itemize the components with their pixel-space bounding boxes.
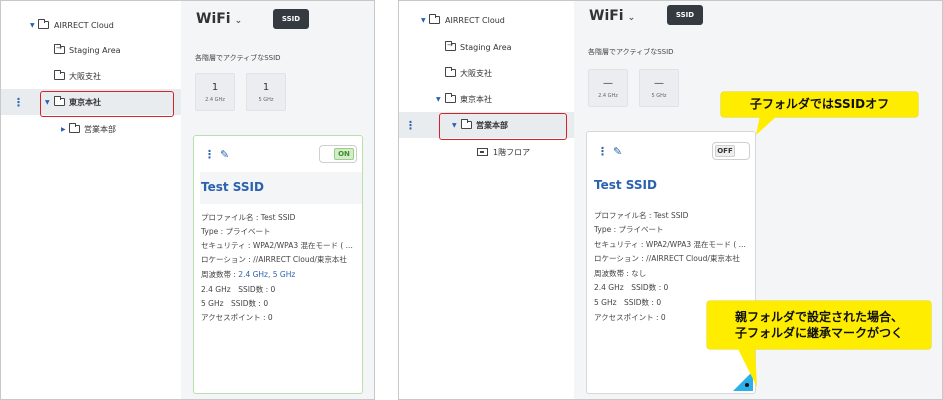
folder-icon <box>445 93 456 103</box>
right-screenshot-panel: ▼ AIRRECT Cloud Staging Area 大阪支社 ▼ 東京本社… <box>398 0 943 400</box>
freq-band: 2.4 GHz <box>598 93 618 99</box>
card-profile: プロファイル名 : Test SSID <box>594 211 689 220</box>
kebab-menu-icon[interactable]: ⋮ <box>597 145 608 158</box>
card-type: Type : プライベート <box>201 227 271 236</box>
wifi-dropdown[interactable]: WiFi ⌄ <box>196 11 242 27</box>
kebab-menu-icon[interactable]: ⋮ <box>204 148 215 161</box>
device-icon <box>477 148 488 156</box>
selection-highlight-box <box>439 113 567 140</box>
card-ssid5: 5 GHz SSID数 : 0 <box>201 299 269 308</box>
active-ssid-label: 各階層でアクティブなSSID <box>588 48 674 56</box>
freq-count: 1 <box>211 82 219 93</box>
card-profile: プロファイル名 : Test SSID <box>201 213 296 222</box>
card-freq: 周波数帯 : 2.4 GHz, 5 GHz <box>201 269 295 280</box>
card-type: Type : プライベート <box>594 225 664 234</box>
location-tree: ▼ AIRRECT Cloud Staging Area 大阪支社 ⋮ ▼ 東京… <box>1 1 181 399</box>
pencil-icon[interactable]: ✎ <box>220 148 229 161</box>
toggle-state: OFF <box>715 145 735 157</box>
tree-item-tokyo[interactable]: ▼ 東京本社 <box>399 86 574 112</box>
ssid-card[interactable]: ⋮ ✎ ON Test SSID プロファイル名 : Test SSID Typ… <box>193 135 363 394</box>
caret-down-icon[interactable]: ▼ <box>421 17 426 24</box>
tree-item-sales[interactable]: ▶ 営業本部 <box>1 116 181 142</box>
freq-count: — <box>603 78 613 89</box>
folder-icon <box>38 19 49 29</box>
freq-count: — <box>654 78 664 89</box>
ssid-toggle[interactable]: ON <box>319 145 357 163</box>
callout-inherit-line2: 子フォルダに継承マークがつく <box>734 326 903 340</box>
card-ssid24: 2.4 GHz SSID数 : 0 <box>201 285 276 294</box>
freq-box-5ghz: — 5 GHz <box>639 69 679 107</box>
kebab-menu-icon[interactable]: ⋮ <box>405 120 416 131</box>
card-freq: 周波数帯 : なし <box>594 269 647 278</box>
freq-band: 5 GHz <box>258 97 274 103</box>
ssid-toggle[interactable]: OFF <box>712 142 750 160</box>
card-title[interactable]: Test SSID <box>201 180 264 194</box>
left-screenshot-panel: ▼ AIRRECT Cloud Staging Area 大阪支社 ⋮ ▼ 東京… <box>0 0 375 400</box>
tree-item-label: Staging Area <box>69 45 121 55</box>
chevron-down-icon: ⌄ <box>234 16 243 26</box>
freq-box-24ghz: — 2.4 GHz <box>588 69 628 107</box>
tree-item-staging[interactable]: Staging Area <box>399 34 574 60</box>
tree-item-label: 営業本部 <box>84 124 116 134</box>
tree-item-root[interactable]: ▼ AIRRECT Cloud <box>1 12 181 38</box>
callout-tail-bottom <box>737 347 757 387</box>
freq-band: 2.4 GHz <box>205 97 225 103</box>
card-freq-prefix: 周波数帯 : <box>201 270 239 279</box>
caret-right-icon[interactable]: ▶ <box>61 126 66 133</box>
tree-item-staging[interactable]: Staging Area <box>1 37 181 63</box>
card-security: セキュリティ : WPA2/WPA3 混在モード ( ... <box>201 241 353 250</box>
tree-item-label: Staging Area <box>460 42 512 52</box>
tree-item-floor[interactable]: 1階フロア <box>399 139 574 165</box>
callout-inherit-mark: 親フォルダで設定された場合、 子フォルダに継承マークがつく <box>707 301 931 349</box>
folder-icon <box>445 67 456 77</box>
staging-folder-icon <box>445 41 456 51</box>
caret-down-icon[interactable]: ▼ <box>436 96 441 103</box>
tree-item-osaka[interactable]: 大阪支社 <box>399 60 574 86</box>
card-ap: アクセスポイント : 0 <box>201 313 273 322</box>
tree-item-label: AIRRECT Cloud <box>54 20 114 30</box>
callout-tail-top <box>756 115 778 135</box>
folder-icon <box>429 14 440 24</box>
pencil-icon[interactable]: ✎ <box>613 145 622 158</box>
tree-item-label: 大阪支社 <box>69 71 101 81</box>
wifi-title: WiFi <box>196 11 231 27</box>
tree-item-osaka[interactable]: 大阪支社 <box>1 63 181 89</box>
chevron-down-icon: ⌄ <box>627 13 636 23</box>
card-location: ロケーション : //AIRRECT Cloud/東京本社 <box>594 254 740 263</box>
callout-ssid-off: 子フォルダではSSIDオフ <box>721 92 918 117</box>
wifi-dropdown[interactable]: WiFi ⌄ <box>589 8 635 24</box>
location-tree: ▼ AIRRECT Cloud Staging Area 大阪支社 ▼ 東京本社… <box>399 1 574 399</box>
folder-icon <box>69 123 80 133</box>
card-ap: アクセスポイント : 0 <box>594 313 666 322</box>
tree-item-label: 大阪支社 <box>460 68 492 78</box>
card-ssid5: 5 GHz SSID数 : 0 <box>594 298 662 307</box>
staging-folder-icon <box>54 44 65 54</box>
tree-item-label: 東京本社 <box>460 94 492 104</box>
card-ssid24: 2.4 GHz SSID数 : 0 <box>594 283 669 292</box>
freq-box-24ghz: 1 2.4 GHz <box>195 73 235 111</box>
folder-icon <box>54 70 65 80</box>
card-security: セキュリティ : WPA2/WPA3 混在モード ( ... <box>594 240 746 249</box>
card-title[interactable]: Test SSID <box>594 178 657 192</box>
freq-box-5ghz: 1 5 GHz <box>246 73 286 111</box>
caret-down-icon[interactable]: ▼ <box>30 22 35 29</box>
active-ssid-label: 各階層でアクティブなSSID <box>195 54 281 62</box>
tree-item-label: 1階フロア <box>493 147 531 157</box>
tree-item-label: AIRRECT Cloud <box>445 15 505 25</box>
tree-item-root[interactable]: ▼ AIRRECT Cloud <box>399 7 574 33</box>
toggle-state: ON <box>334 148 354 160</box>
card-freq-value: 2.4 GHz, 5 GHz <box>238 270 296 279</box>
card-location: ロケーション : //AIRRECT Cloud/東京本社 <box>201 255 347 264</box>
freq-band: 5 GHz <box>651 93 667 99</box>
freq-count: 1 <box>262 82 270 93</box>
kebab-menu-icon[interactable]: ⋮ <box>13 97 24 108</box>
callout-inherit-line1: 親フォルダで設定された場合、 <box>734 309 903 324</box>
selection-highlight-box <box>40 91 174 117</box>
wifi-main-area: WiFi ⌄ SSID 各階層でアクティブなSSID 1 2.4 GHz 1 5 … <box>181 1 374 399</box>
ssid-button[interactable]: SSID <box>667 5 703 25</box>
ssid-button[interactable]: SSID <box>273 9 309 29</box>
wifi-title: WiFi <box>589 8 624 24</box>
